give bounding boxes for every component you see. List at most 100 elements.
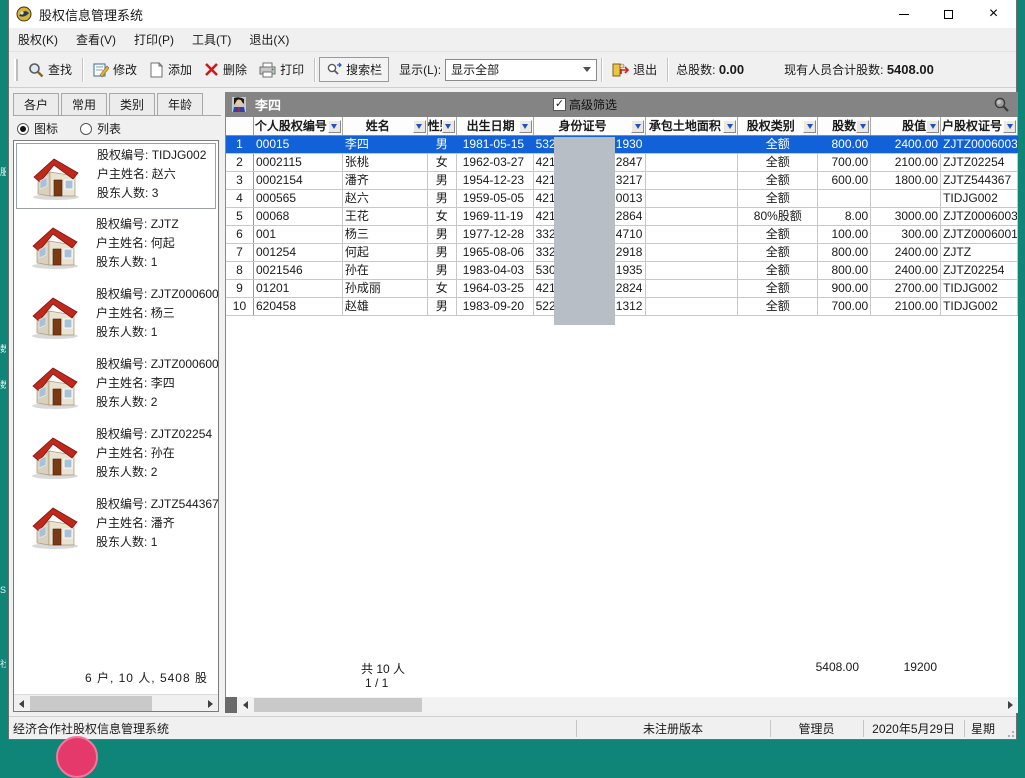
filter-icon[interactable]	[328, 120, 341, 133]
col-contracted-land[interactable]: 承包土地面积	[646, 117, 738, 135]
menu-item[interactable]: 打印(P)	[125, 28, 183, 51]
scrollbar-thumb[interactable]	[254, 698, 422, 712]
col-id-number[interactable]: 身份证号	[534, 117, 647, 135]
household-list-item[interactable]: 股权编号: ZJTZ02254 户主姓名: 孙在 股东人数: 2 总股数	[16, 423, 216, 489]
add-button[interactable]: 添加	[143, 58, 198, 81]
exit-button[interactable]: 退出	[606, 58, 663, 81]
col-sex[interactable]: 性别	[428, 117, 457, 135]
col-name[interactable]: 姓名	[343, 117, 428, 135]
owner-value: 何起	[151, 236, 175, 250]
menu-item[interactable]: 退出(X)	[240, 28, 298, 51]
shareholder-table: 个人股权编号 ↑ 姓名 性别 出生日期 身份证号 承包土地面积	[225, 117, 1018, 697]
cell-share-value	[871, 190, 941, 207]
household-count-line: 股东人数: 2 总股数	[96, 393, 216, 412]
radio-list-view[interactable]: 列表	[80, 120, 121, 137]
minimize-button[interactable]	[881, 0, 926, 28]
cell-name: 张桃	[343, 154, 428, 171]
filter-icon[interactable]	[631, 120, 644, 133]
table-row[interactable]: 6 001 杨三 男 1977-12-28 33260 4710 全额 100.…	[226, 226, 1018, 244]
cell-shares: 600.00	[818, 172, 871, 189]
maximize-button[interactable]	[926, 0, 971, 28]
menu-item[interactable]: 股权(K)	[9, 28, 67, 51]
maximize-icon	[944, 10, 953, 19]
menu-item[interactable]: 工具(T)	[183, 28, 240, 51]
household-code-line: 股权编号: ZJTZ0006003	[96, 355, 216, 374]
filter-icon[interactable]	[1003, 120, 1016, 133]
table-row[interactable]: 1 00015 李四 男 1981-05-15 53222 1930 全额 80…	[226, 136, 1018, 154]
filter-icon[interactable]	[926, 120, 939, 133]
col-birthdate[interactable]: 出生日期	[457, 117, 534, 135]
filter-icon[interactable]	[856, 120, 869, 133]
delete-button[interactable]: 删除	[198, 58, 253, 81]
resize-grip[interactable]	[1004, 727, 1014, 737]
print-button[interactable]: 打印	[253, 58, 310, 81]
col-equity-type[interactable]: 股权类别	[738, 117, 818, 135]
code-label: 股权编号:	[96, 427, 147, 441]
household-list-item[interactable]: 股权编号: ZJTZ0006001 户主姓名: 杨三 股东人数: 1 总股数	[16, 283, 216, 349]
left-tab[interactable]: 各户	[13, 93, 59, 115]
magnifier-icon[interactable]	[993, 96, 1010, 113]
filter-icon[interactable]	[803, 120, 816, 133]
cell-personal-code: 0021546	[254, 262, 343, 279]
id-right-fragment: 4710	[616, 226, 643, 243]
household-list-item[interactable]: 股权编号: ZJTZ544367 户主姓名: 潘齐 股东人数: 1 总股数	[16, 493, 216, 559]
col-shares[interactable]: 股数	[818, 117, 871, 135]
household-list-item[interactable]: 股权编号: ZJTZ 户主姓名: 何起 股东人数: 1 总股数	[16, 213, 216, 279]
table-row[interactable]: 9 01201 孙成丽 女 1964-03-25 42112 2824 全额 9…	[226, 280, 1018, 298]
find-button[interactable]: 查找	[22, 58, 78, 81]
toolbar-grip[interactable]	[14, 59, 18, 81]
checkbox-checked-icon[interactable]: ✓	[553, 98, 566, 111]
scrollbar-split-box[interactable]	[225, 697, 237, 713]
cell-rownum: 5	[226, 208, 254, 225]
cell-personal-code: 001254	[254, 244, 343, 261]
scroll-left-icon[interactable]	[238, 697, 253, 712]
left-tab[interactable]: 常用	[61, 93, 107, 115]
cell-sex: 男	[428, 172, 457, 189]
household-list-hscrollbar[interactable]	[14, 694, 218, 711]
scroll-left-icon[interactable]	[14, 696, 29, 711]
scrollbar-thumb[interactable]	[30, 696, 152, 711]
cell-sex: 女	[428, 154, 457, 171]
filter-icon[interactable]	[519, 120, 532, 133]
household-list-item[interactable]: 股权编号: TIDJG002 户主姓名: 赵六 股东人数: 3 总股数	[16, 143, 216, 209]
radio-icon-view[interactable]: 图标	[17, 120, 58, 137]
left-tab[interactable]: 类别	[109, 93, 155, 115]
filter-icon[interactable]	[413, 120, 426, 133]
cell-household-cert: ZJTZ544367	[941, 172, 1018, 189]
table-row[interactable]: 4 000565 赵六 男 1959-05-05 42112 0013 全额 T…	[226, 190, 1018, 208]
table-row[interactable]: 2 0002115 张桃 女 1962-03-27 42112 2847 全额 …	[226, 154, 1018, 172]
display-select[interactable]: 显示全部	[445, 59, 597, 81]
filter-icon[interactable]	[723, 120, 736, 133]
table-row[interactable]: 10 620458 赵雄 男 1983-09-20 52232 1312 全额 …	[226, 298, 1018, 316]
table-row[interactable]: 3 0002154 潘齐 男 1954-12-23 42112 3217 全额 …	[226, 172, 1018, 190]
cell-shares: 800.00	[818, 136, 871, 153]
cell-birthdate: 1959-05-05	[457, 190, 534, 207]
scroll-right-icon[interactable]	[1003, 697, 1018, 712]
status-bar: 经济合作社股权信息管理系统 未注册版本 管理员 2020年5月29日 星期	[9, 716, 1016, 739]
table-row[interactable]: 7 001254 何起 男 1965-08-06 33262 2918 全额 8…	[226, 244, 1018, 262]
advanced-filter[interactable]: ✓ 高级筛选	[553, 96, 617, 113]
household-list-item[interactable]: 股权编号: ZJTZ0006003 户主姓名: 李四 股东人数: 2 总股数	[16, 353, 216, 419]
edit-button[interactable]: 修改	[87, 58, 143, 81]
col-household-cert[interactable]: 户股权证号	[941, 117, 1018, 135]
add-label: 添加	[168, 61, 192, 78]
owner-value: 赵六	[152, 167, 176, 181]
close-button[interactable]: ×	[971, 0, 1016, 28]
search-bar-toggle[interactable]: 搜索栏	[319, 57, 389, 82]
window-title: 股权信息管理系统	[39, 5, 143, 24]
col-share-value[interactable]: 股值	[871, 117, 941, 135]
table-row[interactable]: 5 00068 王花 女 1969-11-19 42112 2864 80%股额…	[226, 208, 1018, 226]
printer-icon	[259, 62, 276, 78]
table-row[interactable]: 8 0021546 孙在 男 1983-04-03 53032 1935 全额 …	[226, 262, 1018, 280]
col-personal-code[interactable]: 个人股权编号 ↑	[254, 117, 343, 135]
scroll-right-icon[interactable]	[203, 696, 218, 711]
status-version: 未注册版本	[576, 717, 770, 739]
status-separator	[964, 720, 965, 737]
left-tab[interactable]: 年龄	[157, 93, 203, 115]
exit-icon	[612, 62, 629, 78]
id-right-fragment: 3217	[616, 172, 643, 189]
table-hscrollbar[interactable]	[225, 697, 1018, 713]
filter-icon[interactable]	[442, 120, 455, 133]
menu-item[interactable]: 查看(V)	[67, 28, 125, 51]
cell-personal-code: 01201	[254, 280, 343, 297]
